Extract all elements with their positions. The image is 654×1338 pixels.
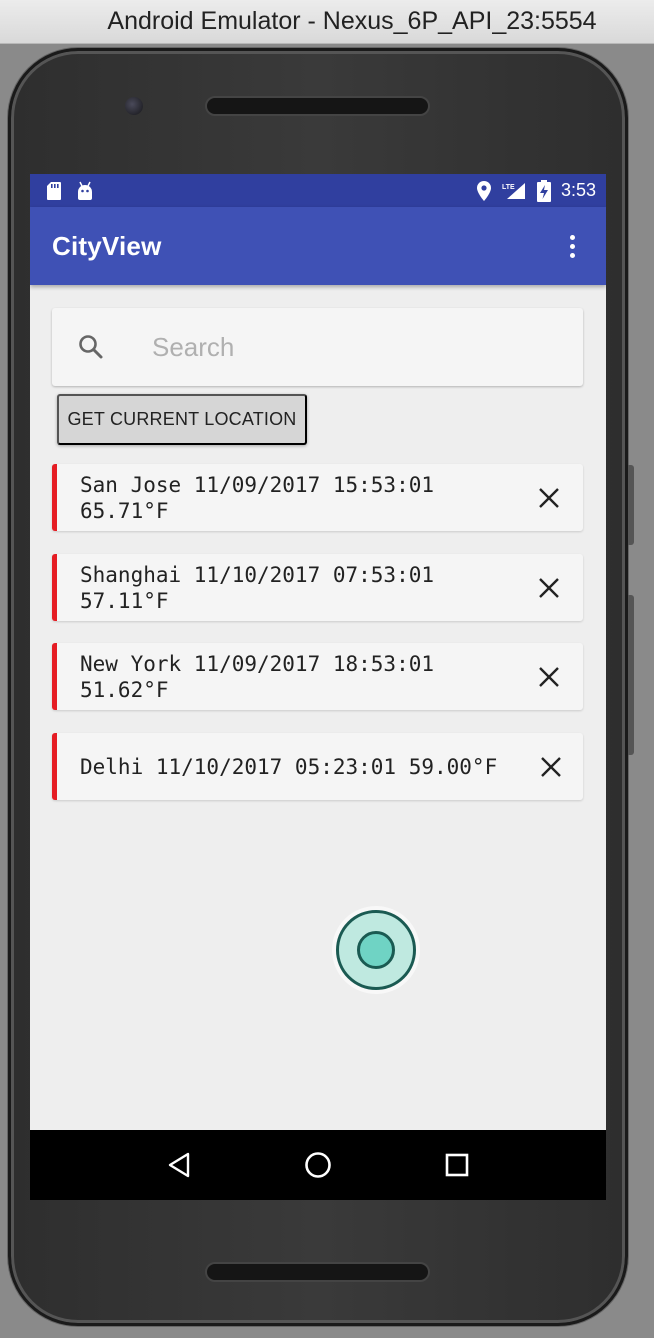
back-icon[interactable] (155, 1141, 203, 1189)
city-card-text: Shanghai 11/10/2017 07:53:01 57.11°F (80, 562, 435, 613)
home-icon[interactable] (294, 1141, 342, 1189)
power-button[interactable] (628, 465, 634, 545)
search-box[interactable] (52, 308, 583, 386)
bottom-speaker (205, 1262, 430, 1282)
city-card[interactable]: New York 11/09/2017 18:53:01 51.62°F (52, 643, 583, 710)
city-card[interactable]: San Jose 11/09/2017 15:53:01 65.71°F (52, 464, 583, 531)
close-icon[interactable] (525, 474, 573, 522)
city-card-text: San Jose 11/09/2017 15:53:01 65.71°F (80, 472, 435, 523)
search-input[interactable] (152, 331, 532, 363)
close-icon[interactable] (525, 653, 573, 701)
device-screen: LTE 3:53 CityView GET CURRENT LOCATION S… (30, 174, 606, 1200)
close-icon[interactable] (527, 743, 575, 791)
city-card[interactable]: Delhi 11/10/2017 05:23:01 59.00°F (52, 733, 583, 800)
emulator-title-bar: Android Emulator - Nexus_6P_API_23:5554 (0, 0, 654, 44)
app-bar: CityView (30, 207, 606, 285)
city-card[interactable]: Shanghai 11/10/2017 07:53:01 57.11°F (52, 554, 583, 621)
status-time: 3:53 (560, 180, 596, 200)
recents-icon[interactable] (433, 1141, 481, 1189)
touch-indicator (336, 910, 416, 990)
search-icon (52, 334, 130, 360)
battery-charging-icon (536, 179, 551, 202)
front-camera (125, 97, 143, 115)
navigation-bar (30, 1130, 606, 1200)
lte-signal-icon: LTE (501, 181, 527, 201)
touch-indicator-dot (357, 931, 395, 969)
window-title: Android Emulator - Nexus_6P_API_23:5554 (107, 7, 597, 35)
city-card-text: New York 11/09/2017 18:53:01 51.62°F (80, 651, 435, 702)
get-current-location-button[interactable]: GET CURRENT LOCATION (57, 394, 307, 445)
status-bar: LTE 3:53 (30, 174, 606, 207)
close-icon[interactable] (525, 564, 573, 612)
location-icon (476, 180, 491, 201)
volume-button[interactable] (628, 595, 634, 755)
app-title: CityView (52, 230, 162, 261)
svg-text:LTE: LTE (502, 184, 515, 191)
city-card-text: Delhi 11/10/2017 05:23:01 59.00°F (80, 754, 498, 779)
top-speaker (205, 96, 430, 116)
overflow-menu-icon[interactable] (560, 226, 584, 266)
android-icon (76, 181, 94, 201)
sd-card-icon (46, 181, 62, 201)
